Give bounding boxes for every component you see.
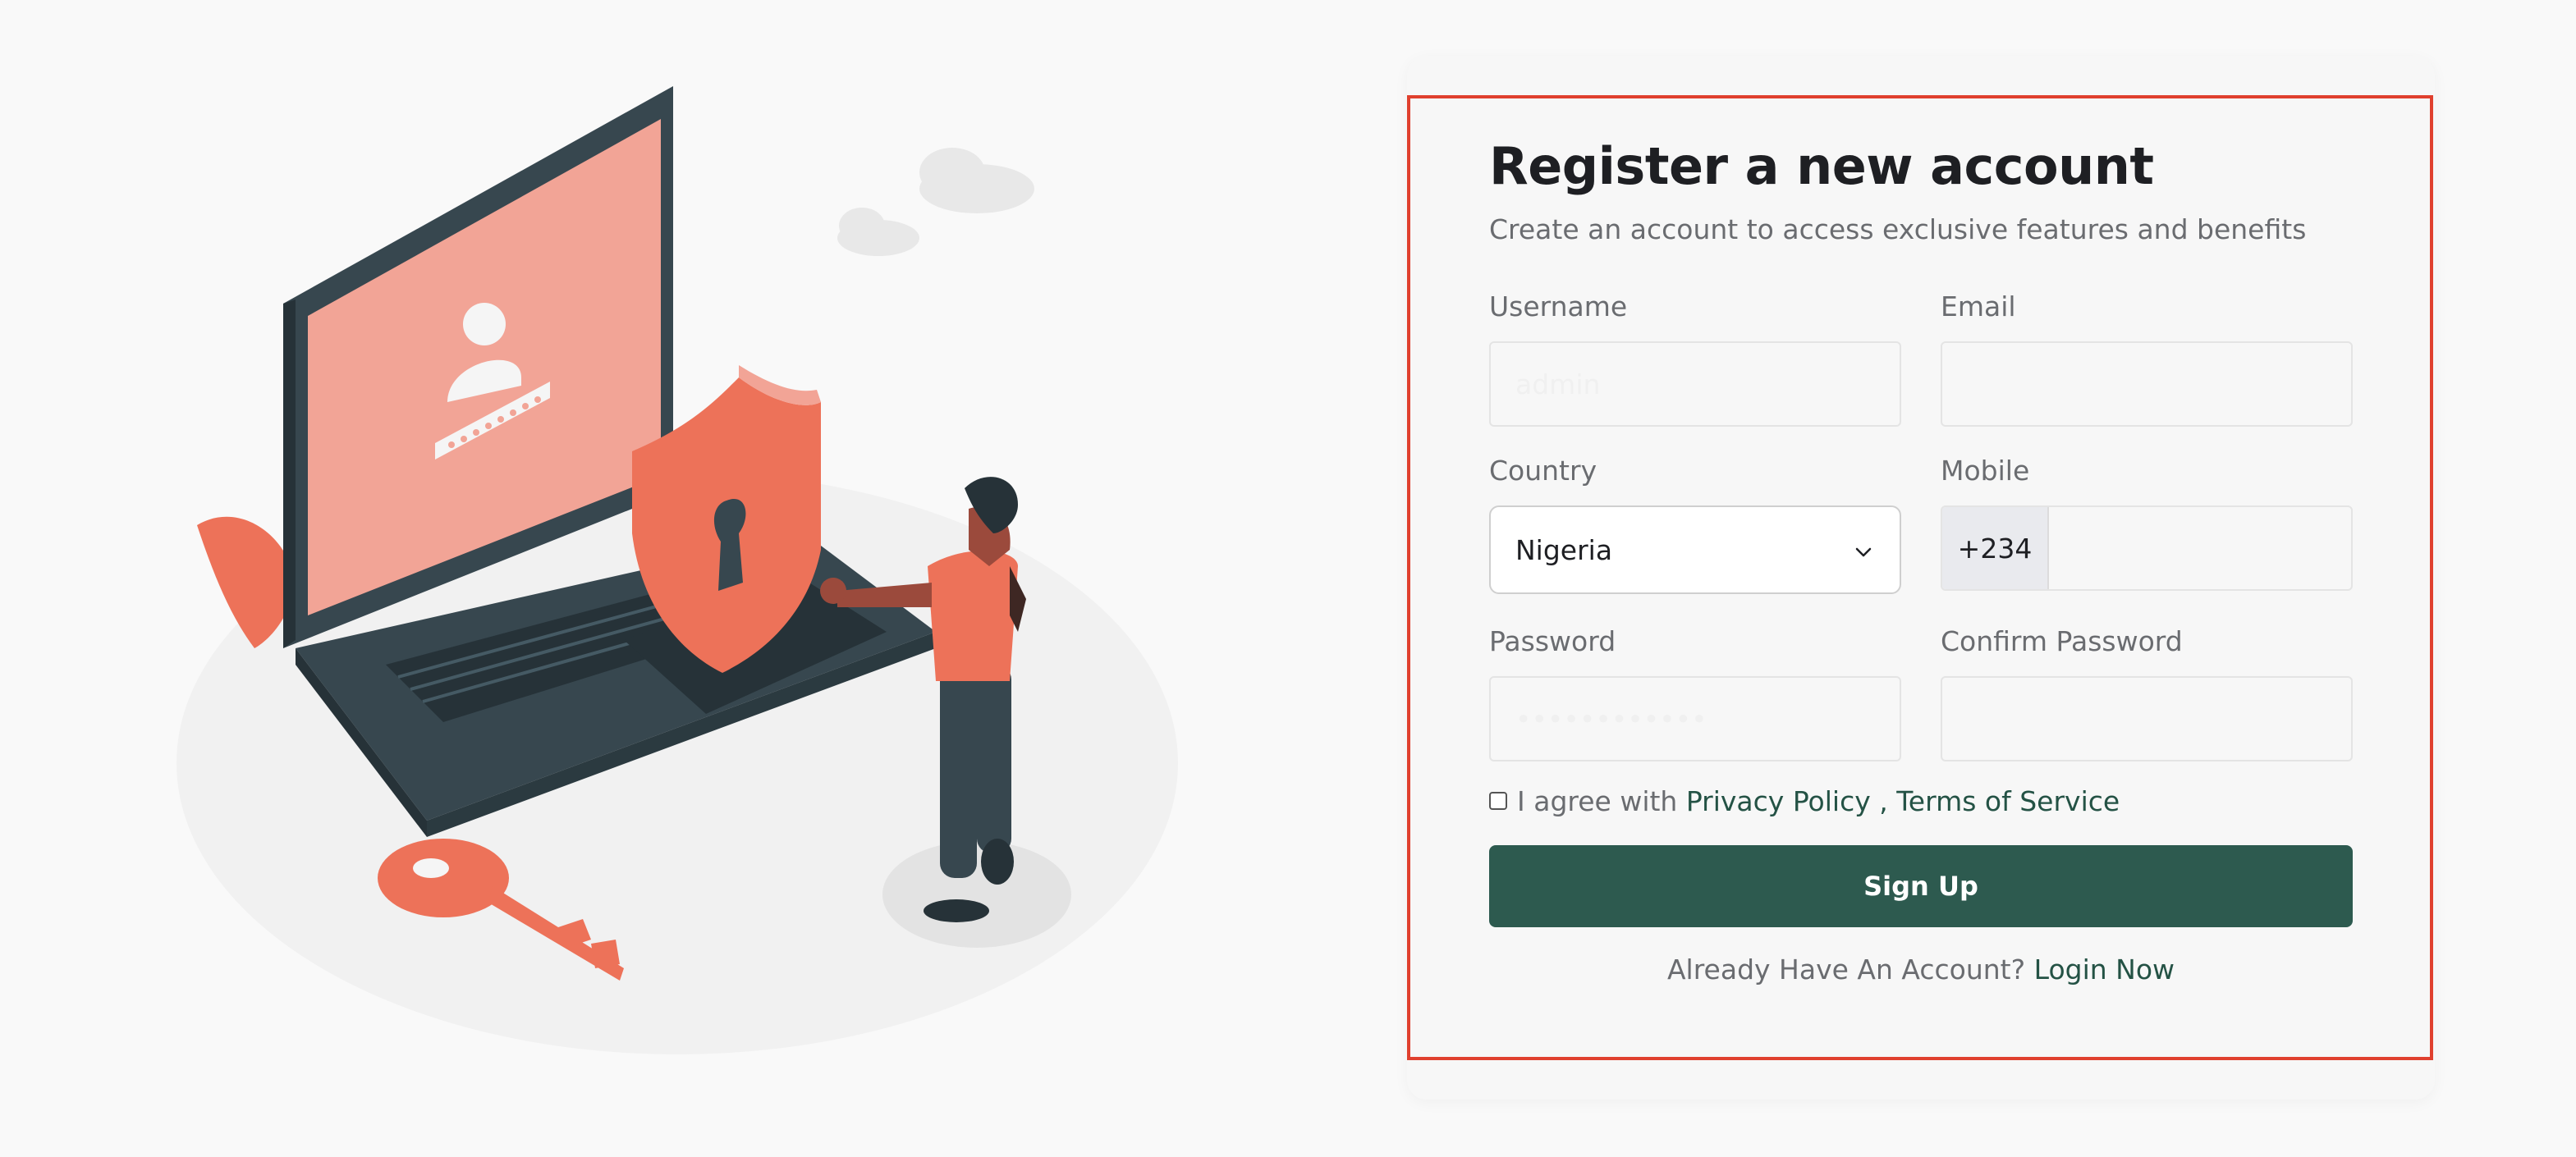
- privacy-policy-link[interactable]: Privacy Policy: [1686, 785, 1871, 817]
- confirm-password-input[interactable]: [1941, 676, 2353, 761]
- mobile-label: Mobile: [1941, 455, 2030, 487]
- agree-checkbox[interactable]: [1489, 792, 1507, 810]
- confirm-password-field-group: Confirm Password: [1941, 625, 2353, 761]
- password-input[interactable]: ••••••••••••: [1489, 676, 1901, 761]
- password-field-group: Password ••••••••••••: [1489, 625, 1901, 761]
- login-prompt-text: Already Have An Account?: [1666, 953, 2026, 986]
- agree-separator: ,: [1879, 784, 1888, 817]
- login-now-link[interactable]: Login Now: [2034, 953, 2175, 986]
- agree-text: I agree with: [1517, 784, 1678, 817]
- page: Register a new account Create an account…: [0, 0, 2576, 1157]
- mobile-input[interactable]: [2049, 507, 2351, 589]
- password-label: Password: [1489, 625, 1616, 657]
- mobile-country-code: +234: [1942, 507, 2049, 589]
- mobile-input-group: +234: [1941, 505, 2353, 591]
- email-field-group: Email: [1941, 290, 2353, 427]
- page-subtitle: Create an account to access exclusive fe…: [1489, 213, 2307, 245]
- country-selected-value: Nigeria: [1515, 533, 1613, 566]
- username-input[interactable]: admin: [1489, 341, 1901, 427]
- login-prompt-row: Already Have An Account? Login Now: [1489, 952, 2353, 988]
- sign-up-button[interactable]: Sign Up: [1489, 845, 2353, 927]
- country-field-group: Country Nigeria: [1489, 455, 1901, 594]
- username-field-group: Username admin: [1489, 290, 1901, 427]
- cloud-icon: [837, 148, 1034, 256]
- email-label: Email: [1941, 290, 2016, 322]
- page-title: Register a new account: [1489, 136, 2154, 196]
- security-illustration: [164, 74, 1190, 1075]
- chevron-down-icon: [1852, 538, 1875, 561]
- country-select[interactable]: Nigeria: [1489, 505, 1901, 594]
- email-input[interactable]: [1941, 341, 2353, 427]
- terms-of-service-link[interactable]: Terms of Service: [1896, 785, 2120, 817]
- register-form: Register a new account Create an account…: [1489, 131, 2353, 986]
- confirm-password-label: Confirm Password: [1941, 625, 2183, 657]
- country-label: Country: [1489, 455, 1597, 487]
- agree-row: I agree with Privacy Policy , Terms of S…: [1489, 783, 2120, 819]
- mobile-field-group: Mobile +234: [1941, 455, 2353, 591]
- username-label: Username: [1489, 290, 1628, 322]
